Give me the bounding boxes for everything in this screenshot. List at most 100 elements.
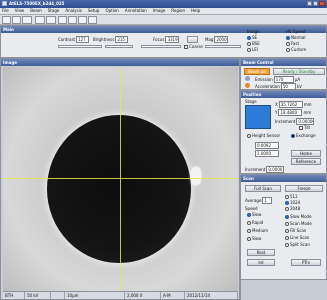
mode-option-2-radio[interactable] [285,222,289,226]
tilt-option[interactable]: Tilt [299,126,310,130]
stage-y-field[interactable]: 18.4800 [278,109,303,116]
brightness-slider[interactable] [105,45,133,48]
focus-slider[interactable] [141,45,181,48]
image-option-lei[interactable]: LEI [247,48,258,52]
exchange-option[interactable]: Exchange [291,134,316,138]
freeze-button[interactable]: Freeze [285,185,323,192]
exchange-radio[interactable] [291,134,295,138]
mag-field[interactable]: 2000 [214,36,229,43]
beam-panel-title: Beam Control [241,59,326,66]
toolbar-button-2[interactable] [12,16,21,24]
toolbar-button-7[interactable] [68,16,77,24]
focus-field[interactable]: 33191 [165,36,180,43]
hv-option-custom[interactable]: Custom [286,48,306,52]
speed-option-2[interactable]: Rapid [247,221,263,225]
scan-size-512[interactable]: 512 [285,195,298,199]
reference-button[interactable]: Reference [291,158,321,165]
increment2-field[interactable]: 0.0000 [266,166,285,173]
focus-auto-button[interactable] [187,36,198,43]
speed-option-4-radio[interactable] [247,237,251,241]
hv-option-fast-radio[interactable] [286,42,290,46]
menu-item-5[interactable]: Setup [88,9,100,13]
mag-slider[interactable] [205,45,241,48]
menu-bar: File View Beam Stage Analysis Setup Option Anno… [0,8,327,15]
emission-field[interactable]: 170 [273,76,294,83]
home-button[interactable]: Home [291,150,321,157]
ready-standby-button[interactable]: Ready / Standby [273,68,325,75]
height-sensor-radio[interactable] [247,134,251,138]
beam-on-button[interactable]: Beam on [244,68,270,75]
hv-option-normal[interactable]: Normal [286,36,305,40]
menu-item-4[interactable]: Analysis [65,9,81,13]
scan-size-1024[interactable]: 1024 [285,201,300,205]
increment2-label: Increment [245,166,266,172]
contrast-field[interactable]: 127 [76,36,90,43]
menu-item-6[interactable]: Option [105,9,118,13]
menu-item-3[interactable]: Stage [48,9,60,13]
toolbar-button-1[interactable] [2,16,11,24]
speed-option-3-radio[interactable] [247,229,251,233]
menu-item-7[interactable]: Annotation [125,9,147,13]
mode-option-3-radio[interactable] [285,229,289,233]
image-option-bse-radio[interactable] [247,42,251,46]
hv-option-normal-radio[interactable] [286,36,290,40]
mode-option-5-radio[interactable] [285,243,289,247]
scan-size-2048[interactable]: 2048 [285,207,300,211]
hv-option-custom-radio[interactable] [286,48,290,52]
image-option-se[interactable]: SE [247,36,257,40]
average-select[interactable]: 1 [262,197,273,204]
toolbar-button-6[interactable] [58,16,67,24]
sem-image[interactable] [3,67,238,291]
coarse-option[interactable]: Coarse [184,45,203,49]
height-sensor-option[interactable]: Height Sensor [247,134,280,138]
image-panel-title: Image [1,59,239,66]
stage-z-field[interactable]: 0.0092 [255,142,279,149]
menu-item-1[interactable]: View [15,9,25,13]
speed-option-4[interactable]: Slow [247,237,261,241]
menu-item-8[interactable]: Image [153,9,166,13]
speed-option-1[interactable]: Slow [247,213,261,217]
toolbar-button-8[interactable] [78,16,87,24]
toolbar-button-9[interactable] [88,16,97,24]
coarse-checkbox[interactable] [184,45,188,49]
ptrs-button[interactable]: PTrs [291,259,321,266]
tilt-checkbox[interactable] [299,126,303,130]
minimize-button[interactable] [307,1,312,6]
contrast-slider[interactable] [58,45,102,48]
mode-option-2[interactable]: Scan Mode [285,222,312,226]
image-option-se-radio[interactable] [247,36,251,40]
menu-item-10[interactable]: Help [191,9,200,13]
scan-size-2048-radio[interactable] [285,207,289,211]
stage-r-field[interactable]: 1.0000 [255,150,279,157]
toolbar-button-3[interactable] [22,16,32,24]
close-button[interactable] [319,1,325,6]
mode-option-1[interactable]: Slow Mode [285,215,312,219]
speed-option-1-radio[interactable] [247,213,251,217]
full-scan-button[interactable]: Full Scan [245,185,281,192]
menu-item-0[interactable]: File [2,9,9,13]
menu-item-2[interactable]: Beam [30,9,42,13]
image-option-bse[interactable]: BSE [247,42,260,46]
mode-option-4[interactable]: Line Scan [285,236,309,240]
mode-option-1-radio[interactable] [285,215,289,219]
speed-option-2-radio[interactable] [247,221,251,225]
image-option-lei-radio[interactable] [247,48,251,52]
scan-size-1024-radio[interactable] [285,201,289,205]
stage-map[interactable] [245,105,271,129]
stage-x-field[interactable]: 35.7262 [278,101,303,108]
scan-size-512-radio[interactable] [285,195,289,199]
menu-item-9[interactable]: Region [171,9,185,13]
acceleration-field[interactable]: 50 [280,83,296,90]
mode-option-5[interactable]: Split Scan [285,243,310,247]
hv-option-fast[interactable]: Fast [286,42,299,46]
stage-increment-field[interactable]: 0.00000 [296,118,315,125]
brightness-field[interactable]: 215 [115,36,129,43]
maximize-button[interactable] [313,1,318,6]
mode-option-4-radio[interactable] [285,236,289,240]
int-button[interactable]: Int [247,259,275,266]
rest-button[interactable]: Rest [247,249,275,256]
toolbar-button-5[interactable] [46,16,56,24]
speed-option-3[interactable]: Medium [247,229,268,233]
mode-option-3[interactable]: Fill Scan [285,229,306,233]
toolbar-button-4[interactable] [35,16,45,24]
